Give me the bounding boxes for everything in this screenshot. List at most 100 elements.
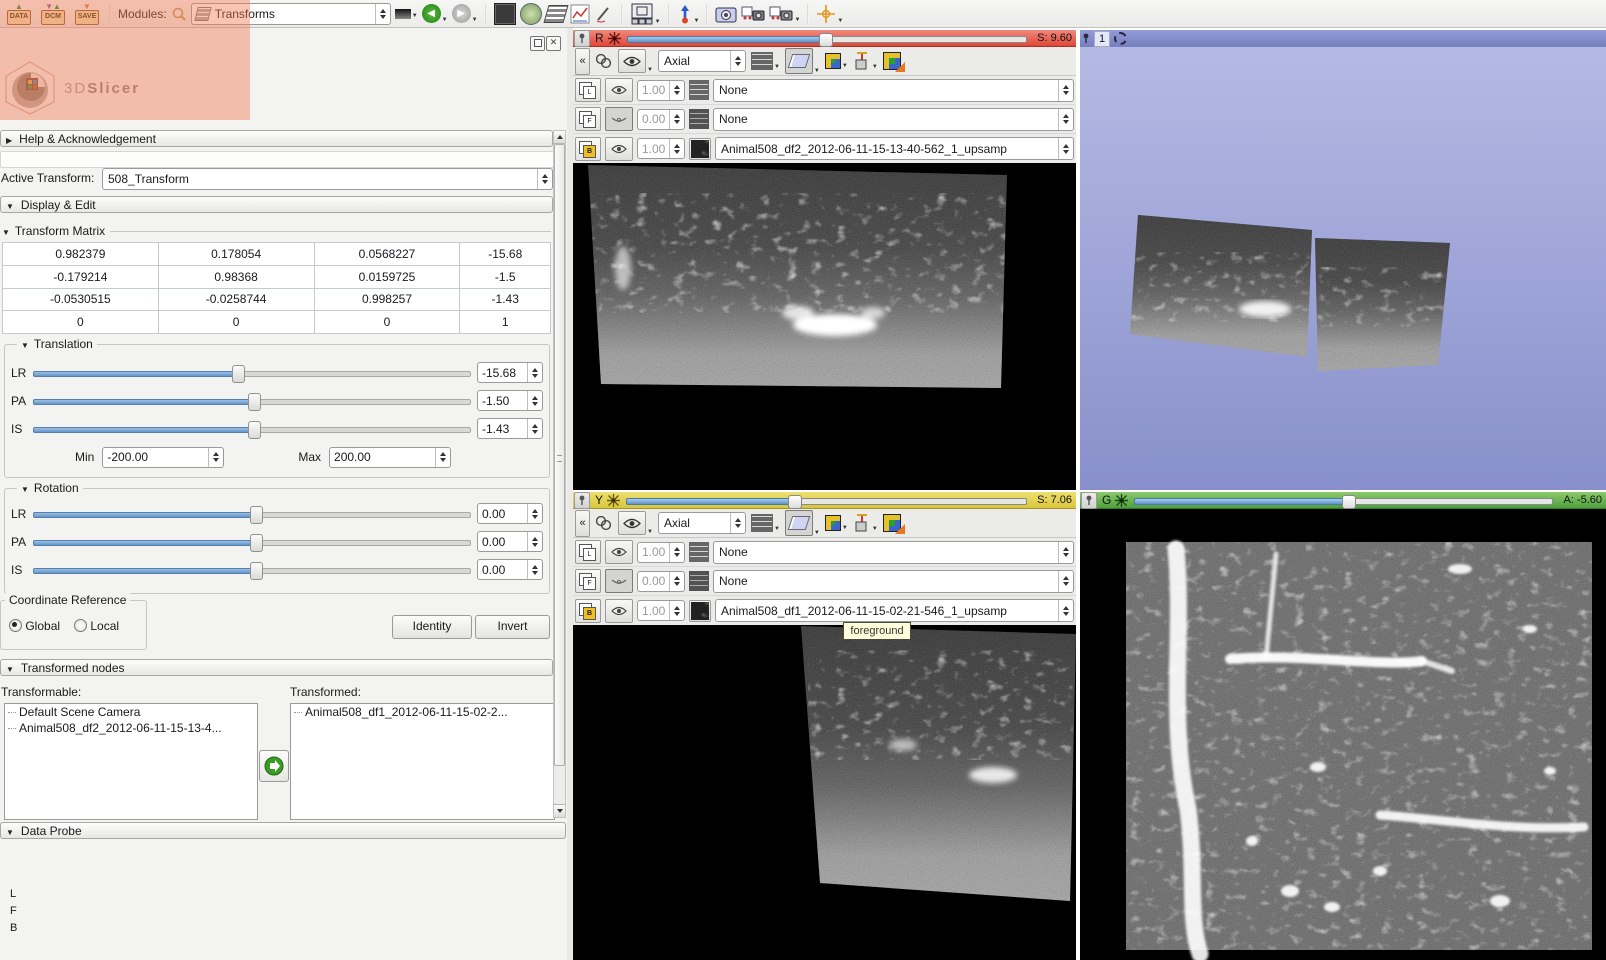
link-views-icon[interactable]	[595, 53, 613, 69]
models-icon[interactable]	[520, 3, 542, 25]
yellow-slice-slider[interactable]	[626, 494, 1027, 507]
restore-scene-view-button[interactable]: ▼	[769, 5, 800, 23]
labelmap-icon[interactable]	[689, 571, 709, 591]
volume-thumbnail-icon[interactable]	[689, 138, 711, 160]
matrix-cell[interactable]: 1	[460, 311, 551, 334]
max-spinbox[interactable]: 200.00	[329, 447, 451, 468]
help-section-header[interactable]: Help & Acknowledgement	[0, 130, 553, 147]
label-volume-selector[interactable]: None	[713, 79, 1074, 102]
load-data-button[interactable]: ▲ DATA	[4, 1, 34, 27]
labelmap-icon[interactable]	[689, 542, 709, 562]
green-slice-image[interactable]	[1080, 509, 1606, 960]
volume-thumbnail-icon[interactable]	[689, 600, 711, 622]
rotation-is-slider[interactable]	[33, 562, 471, 578]
red-slice-image[interactable]	[573, 163, 1076, 490]
lightbox-button[interactable]: ▼	[751, 514, 780, 532]
active-transform-spinner[interactable]	[537, 169, 552, 189]
foreground-visibility-eye-icon[interactable]	[605, 107, 633, 131]
global-radio[interactable]: Global	[9, 619, 60, 633]
label-opacity-spinbox[interactable]: 1.00	[637, 542, 685, 563]
module-selector[interactable]: Transforms	[191, 3, 391, 25]
green-slice-slider[interactable]	[1134, 494, 1553, 507]
markups-icon[interactable]	[594, 4, 614, 24]
transformable-list[interactable]: Default Scene Camera Animal508_df2_2012-…	[4, 703, 258, 820]
matrix-cell[interactable]: 0.998257	[314, 288, 460, 311]
matrix-cell[interactable]: -0.0258744	[158, 288, 314, 311]
active-transform-selector[interactable]: 508_Transform	[102, 168, 553, 190]
background-layer-icon[interactable]: B	[575, 137, 601, 161]
background-volume-selector[interactable]: Animal508_df1_2012-06-11-15-02-21-546_1_…	[715, 599, 1074, 622]
collapse-controller-icon[interactable]	[575, 48, 590, 75]
scroll-down-icon[interactable]	[554, 804, 565, 817]
foreground-visibility-eye-icon[interactable]	[605, 569, 633, 593]
matrix-cell[interactable]: 0.98368	[158, 265, 314, 288]
label-visibility-eye-icon[interactable]	[605, 78, 633, 102]
translation-is-spinbox[interactable]: -1.43	[477, 418, 543, 439]
screenshot-icon[interactable]	[715, 5, 737, 23]
scrollbar-thumb[interactable]	[554, 144, 565, 766]
labelmap-icon[interactable]	[689, 109, 709, 129]
rotation-lr-spinbox[interactable]: 0.00	[477, 503, 543, 524]
matrix-cell[interactable]: -0.179214	[3, 265, 159, 288]
save-button[interactable]: ▼ SAVE	[72, 1, 102, 27]
foreground-volume-selector[interactable]: None	[713, 570, 1074, 593]
background-opacity-spinbox[interactable]: 1.00	[637, 600, 685, 621]
matrix-cell[interactable]: -0.0530515	[3, 288, 159, 311]
matrix-cell[interactable]: -15.68	[460, 243, 551, 266]
label-visibility-eye-icon[interactable]	[605, 540, 633, 564]
layout-button[interactable]: ▼	[630, 3, 661, 25]
volumes-icon[interactable]	[494, 3, 516, 25]
undock-panel-icon[interactable]	[530, 36, 545, 51]
label-opacity-spinbox[interactable]: 1.00	[637, 80, 685, 101]
scroll-up-icon[interactable]	[554, 131, 565, 144]
history-forward-button[interactable]: ▶ ▼	[452, 4, 478, 23]
translation-pa-slider[interactable]	[33, 393, 471, 409]
background-visibility-eye-icon[interactable]	[605, 137, 633, 161]
history-back-button[interactable]: ◀ ▼	[422, 4, 448, 23]
min-spinbox[interactable]: -200.00	[102, 447, 224, 468]
collapse-controller-icon[interactable]	[575, 510, 590, 537]
slice-spacing-button[interactable]: ▼	[853, 514, 878, 532]
pin-icon[interactable]	[1082, 33, 1090, 44]
background-volume-selector[interactable]: Animal508_df2_2012-06-11-15-13-40-562_1_…	[715, 137, 1074, 160]
crosshair-button[interactable]: ▼	[816, 4, 843, 24]
module-selector-spinner[interactable]	[375, 4, 390, 24]
matrix-cell[interactable]: -1.5	[460, 265, 551, 288]
foreground-volume-selector[interactable]: None	[713, 108, 1074, 131]
translation-pa-spinbox[interactable]: -1.50	[477, 390, 543, 411]
close-panel-icon[interactable]: ✕	[546, 36, 561, 51]
panel-scrollbar[interactable]	[553, 130, 566, 818]
view-spin-icon[interactable]	[607, 494, 620, 507]
view-spin-icon[interactable]	[608, 32, 621, 45]
pin-icon[interactable]	[1081, 492, 1097, 509]
module-search-icon[interactable]	[171, 6, 187, 22]
yellow-orientation-selector[interactable]: Axial	[658, 512, 746, 534]
data-probe-section-header[interactable]: Data Probe	[0, 822, 566, 839]
transformed-list[interactable]: Animal508_df1_2012-06-11-15-02-2...	[290, 703, 555, 820]
pin-icon[interactable]	[574, 30, 590, 47]
list-item[interactable]: Animal508_df1_2012-06-11-15-02-2...	[291, 704, 554, 720]
foreground-opacity-spinbox[interactable]: 0.00	[637, 109, 685, 130]
matrix-cell[interactable]: 0.178054	[158, 243, 314, 266]
label-layer-icon[interactable]: L	[575, 540, 601, 564]
transform-matrix-table[interactable]: 0.982379 0.178054 0.0568227 -15.68 -0.17…	[2, 242, 551, 334]
plots-icon[interactable]	[570, 4, 590, 24]
label-volume-selector[interactable]: None	[713, 541, 1074, 564]
scene-view-icon[interactable]	[741, 5, 765, 23]
rotation-pa-spinbox[interactable]: 0.00	[477, 531, 543, 552]
list-item[interactable]: Animal508_df2_2012-06-11-15-13-4...	[5, 720, 257, 736]
translation-is-slider[interactable]	[33, 421, 471, 437]
transformed-nodes-section-header[interactable]: Transformed nodes	[0, 659, 553, 676]
identity-button[interactable]: Identity	[392, 615, 472, 639]
slice-spacing-button[interactable]: ▼	[853, 52, 878, 70]
pin-icon[interactable]	[574, 492, 590, 509]
red-slice-slider[interactable]	[627, 32, 1027, 45]
matrix-cell[interactable]: 0	[314, 311, 460, 334]
transforms-icon[interactable]	[543, 5, 568, 23]
matrix-cell[interactable]: 0.0568227	[314, 243, 460, 266]
dcm-button[interactable]: ▼▲ DCM	[38, 1, 68, 27]
gear-icon[interactable]	[1114, 32, 1127, 45]
rotation-is-spinbox[interactable]: 0.00	[477, 559, 543, 580]
slice-visibility-eye-icon[interactable]	[618, 511, 646, 535]
foreground-layer-icon[interactable]: F	[575, 107, 601, 131]
